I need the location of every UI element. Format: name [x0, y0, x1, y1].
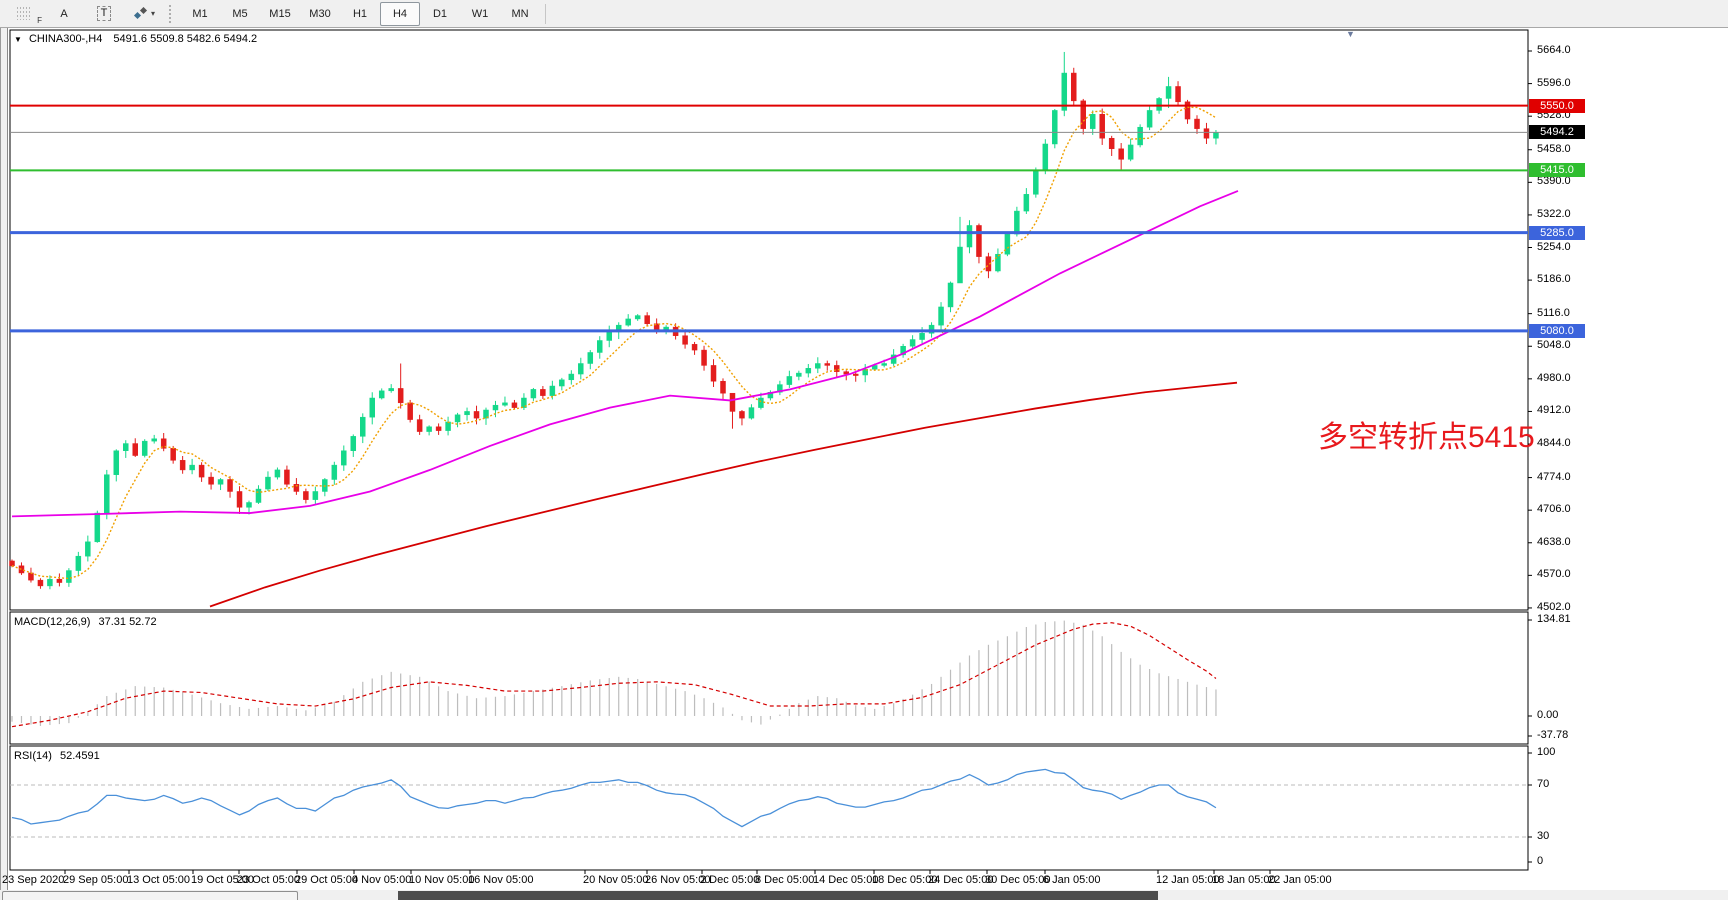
timeframe-button-m30[interactable]: M30	[300, 2, 340, 26]
arrow-label-tool-button[interactable]: A	[44, 2, 84, 26]
macd-values: 37.31 52.72	[98, 616, 156, 628]
time-axis-label: 14 Dec 05:00	[813, 874, 878, 886]
rsi-value: 52.4591	[60, 750, 100, 762]
price-scale-tick: 5048.0	[1537, 339, 1571, 351]
time-axis-label: 23 Oct 05:00	[237, 874, 300, 886]
time-axis-label: 29 Oct 05:00	[295, 874, 358, 886]
timeframe-button-h1[interactable]: H1	[340, 2, 380, 26]
timeframe-button-mn[interactable]: MN	[500, 2, 540, 26]
macd-name: MACD(12,26,9)	[14, 616, 90, 628]
time-axis-label: 10 Nov 05:00	[409, 874, 474, 886]
rsi-scale-tick: 70	[1537, 778, 1549, 790]
time-axis-label: 13 Oct 05:00	[127, 874, 190, 886]
chart-tab[interactable]	[2, 891, 298, 900]
time-axis[interactable]: 23 Sep 202029 Sep 05:0013 Oct 05:0019 Oc…	[0, 870, 1728, 890]
symbol-period-label: CHINA300-,H4	[29, 33, 102, 45]
price-scale-tick: 4570.0	[1537, 568, 1571, 580]
ohlc-values: 5491.6 5509.8 5482.6 5494.2	[113, 33, 257, 45]
chart-title: ▼ CHINA300-,H4 5491.6 5509.8 5482.6 5494…	[14, 33, 257, 45]
time-axis-label: 4 Nov 05:00	[352, 874, 411, 886]
arrow-label-glyph: A	[60, 8, 67, 20]
macd-scale-tick: -37.78	[1537, 729, 1568, 741]
price-badge: 5550.0	[1529, 99, 1585, 113]
price-scale-tick: 5596.0	[1537, 77, 1571, 89]
chevron-down-icon[interactable]: ▾	[151, 9, 155, 18]
toolbar: F A T ▾ M1M5M15M30H1H4D1W1MN	[0, 0, 1728, 28]
price-scale-tick: 5458.0	[1537, 143, 1571, 155]
timeframe-button-m1[interactable]: M1	[180, 2, 220, 26]
price-scale-tick: 4844.0	[1537, 437, 1571, 449]
text-tool-button[interactable]: T	[84, 2, 124, 26]
chart-shift-marker-icon[interactable]: ▼	[1346, 29, 1355, 39]
price-badge: 5494.2	[1529, 125, 1585, 139]
styles-tool-button[interactable]: ▾	[124, 2, 164, 26]
price-badge: 5415.0	[1529, 163, 1585, 177]
timeframe-button-w1[interactable]: W1	[460, 2, 500, 26]
rsi-indicator-label: RSI(14) 52.4591	[14, 750, 100, 762]
time-axis-label: 18 Jan 05:00	[1212, 874, 1276, 886]
time-axis-label: 20 Nov 05:00	[583, 874, 648, 886]
rsi-scale-tick: 100	[1537, 746, 1555, 758]
price-scale-tick: 4912.0	[1537, 404, 1571, 416]
price-scale-tick: 5664.0	[1537, 44, 1571, 56]
chart-tab-bar	[0, 890, 1728, 900]
chart-plot-area[interactable]	[10, 30, 1528, 610]
timeframe-button-d1[interactable]: D1	[420, 2, 460, 26]
price-scale-tick: 4774.0	[1537, 471, 1571, 483]
rsi-scale-tick: 0	[1537, 855, 1543, 867]
symbol-dropdown-icon[interactable]: ▼	[14, 35, 22, 44]
time-axis-label: 16 Nov 05:00	[468, 874, 533, 886]
price-scale-tick: 4706.0	[1537, 503, 1571, 515]
toolbar-drag-handle[interactable]	[169, 5, 175, 23]
window-left-frame	[0, 28, 8, 900]
timeframe-group: M1M5M15M30H1H4D1W1MN	[180, 2, 540, 26]
time-axis-label: 29 Sep 05:00	[63, 874, 128, 886]
timeframe-button-m15[interactable]: M15	[260, 2, 300, 26]
price-badge: 5285.0	[1529, 226, 1585, 240]
styles-icon	[133, 7, 148, 21]
price-scale-tick: 4502.0	[1537, 601, 1571, 613]
period-separators-button[interactable]: F	[4, 2, 44, 26]
price-scale-tick: 5186.0	[1537, 273, 1571, 285]
price-scale-tick: 5254.0	[1537, 241, 1571, 253]
timeframe-button-m5[interactable]: M5	[220, 2, 260, 26]
macd-scale-tick: 134.81	[1537, 613, 1571, 625]
text-tool-glyph: T	[97, 6, 112, 21]
macd-indicator-label: MACD(12,26,9) 37.31 52.72	[14, 616, 157, 628]
time-axis-label: 30 Dec 05:00	[985, 874, 1050, 886]
time-axis-label: 24 Dec 05:00	[928, 874, 993, 886]
time-axis-label: 23 Sep 2020	[2, 874, 64, 886]
price-scale-tick: 5116.0	[1537, 307, 1570, 319]
toolbar-separator	[545, 4, 546, 24]
time-axis-label: 22 Jan 05:00	[1268, 874, 1332, 886]
price-scale-tick: 4980.0	[1537, 372, 1571, 384]
time-axis-label: 6 Jan 05:00	[1043, 874, 1101, 886]
time-axis-label: 12 Jan 05:00	[1156, 874, 1220, 886]
chart-text-annotation[interactable]: 多空转折点5415	[1318, 412, 1535, 456]
rsi-name: RSI(14)	[14, 750, 52, 762]
time-axis-label: 2 Dec 05:00	[700, 874, 759, 886]
chart-tab-dark[interactable]	[398, 891, 1158, 900]
timeframe-button-h4[interactable]: H4	[380, 2, 420, 26]
rsi-scale-tick: 30	[1537, 830, 1549, 842]
price-scale[interactable]: 5664.05596.05528.05458.05390.05322.05254…	[1529, 28, 1728, 870]
price-scale-tick: 4638.0	[1537, 536, 1571, 548]
time-axis-label: 8 Dec 05:00	[755, 874, 814, 886]
period-separators-label: F	[37, 16, 42, 25]
grid-icon	[17, 7, 32, 20]
macd-scale-tick: 0.00	[1537, 709, 1558, 721]
price-badge: 5080.0	[1529, 324, 1585, 338]
price-scale-tick: 5322.0	[1537, 208, 1571, 220]
